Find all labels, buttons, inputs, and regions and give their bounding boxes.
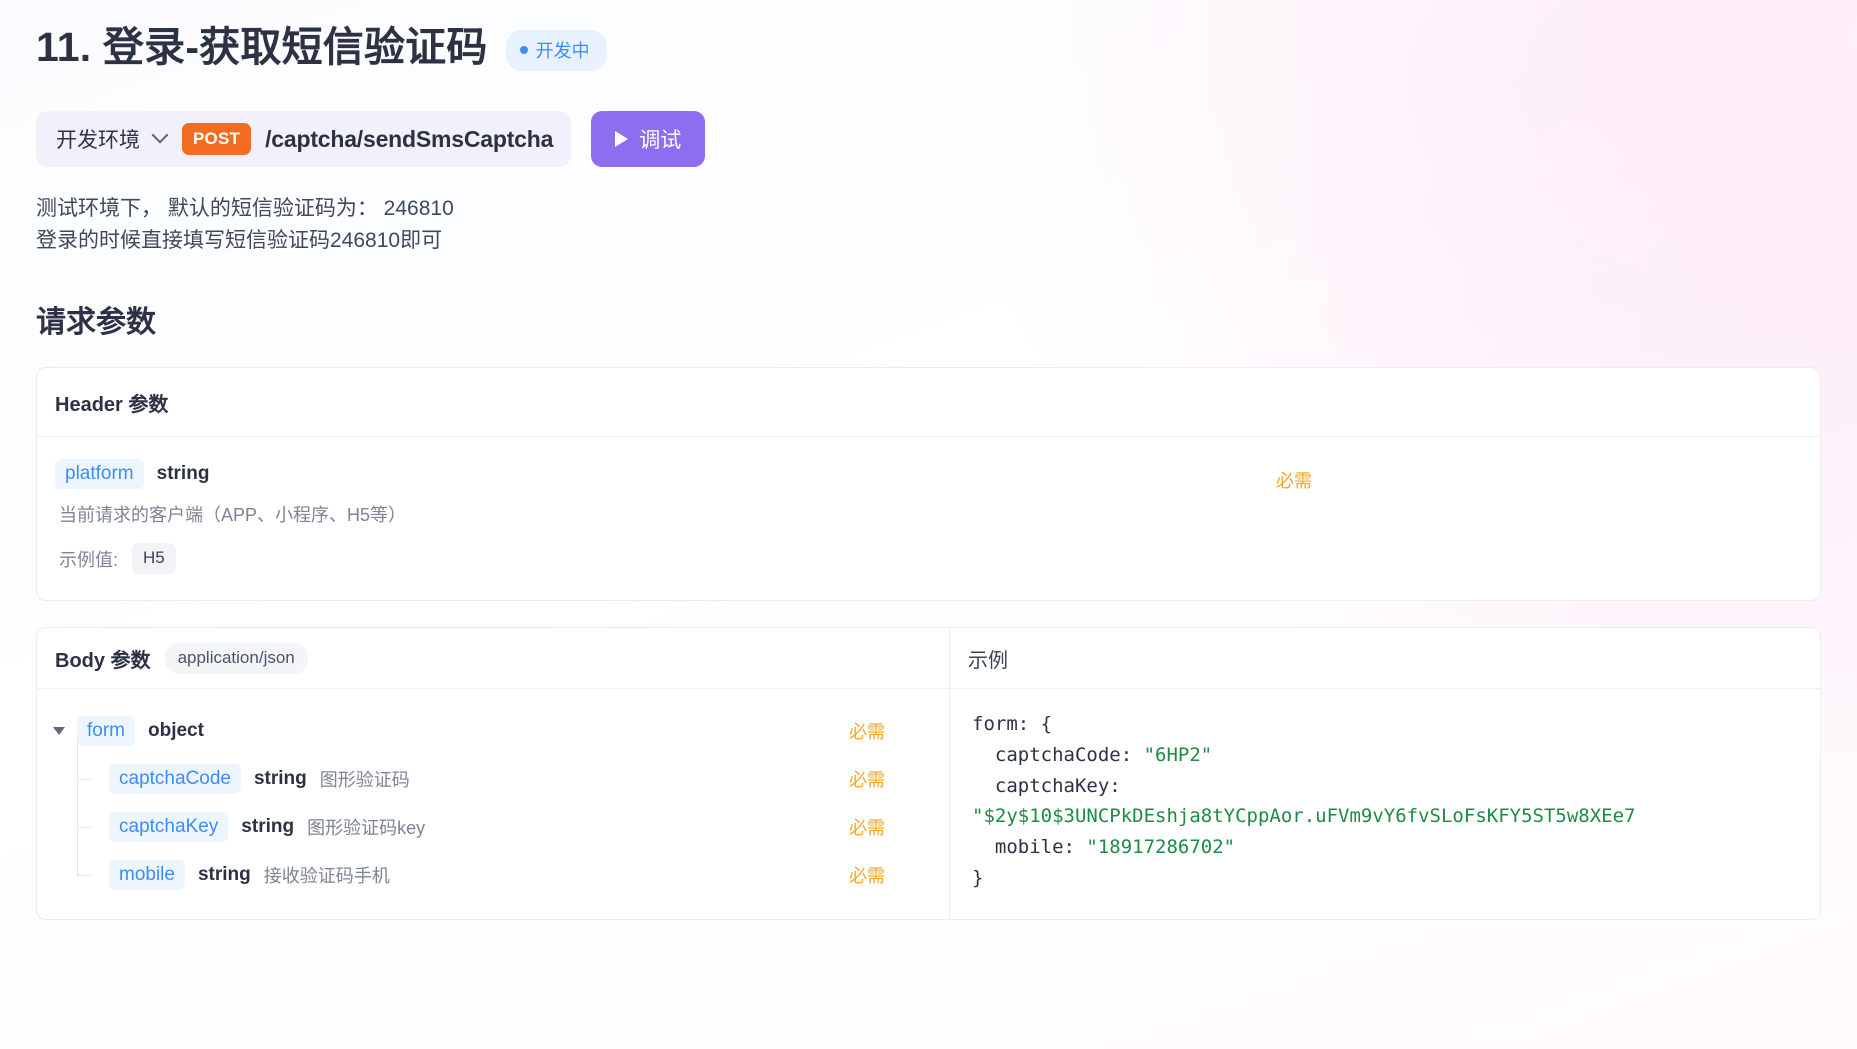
body-mime-chip: application/json <box>164 643 308 675</box>
code-value-captchakey: "$2y$10$3UNCPkDEshja8tYCppAor.uFVm9vY6fv… <box>972 805 1636 828</box>
body-params-left: Body 参数 application/json form object 必需 … <box>37 628 950 920</box>
required-badge: 必需 <box>849 770 885 791</box>
param-type: object <box>148 720 204 742</box>
param-type: string <box>197 864 251 886</box>
code-key-captchacode: captchaCode: <box>972 743 1144 766</box>
page-title: 11. 登录-获取短信验证码 <box>36 24 488 70</box>
param-main: platform string 当前请求的客户端（APP、小程序、H5等） 示例… <box>55 459 1276 575</box>
code-key-captchakey: captchaKey: <box>972 774 1121 797</box>
example-value: H5 <box>132 543 176 575</box>
body-params-card: Body 参数 application/json form object 必需 … <box>36 627 1821 921</box>
param-example: 示例值: H5 <box>59 543 1276 575</box>
example-panel-title: 示例 <box>950 628 1820 690</box>
example-code-block: form: { captchaCode: "6HP2" captchaKey: … <box>950 689 1820 914</box>
param-type: string <box>253 768 307 790</box>
body-params-tree: form object 必需 captchaCode string 图形验证码 … <box>37 689 949 919</box>
code-key-mobile: mobile: <box>972 836 1087 859</box>
api-description: 测试环境下， 默认的短信验证码为： 246810 登录的时候直接填写短信验证码2… <box>36 193 1821 257</box>
play-icon <box>615 131 629 148</box>
code-value-captchacode: "6HP2" <box>1143 743 1213 766</box>
param-line: form object <box>77 716 849 747</box>
code-line-open: form: { <box>972 713 1053 736</box>
required-badge: 必需 <box>849 866 885 887</box>
param-description: 图形验证码 <box>319 770 410 791</box>
title-row: 11. 登录-获取短信验证码 开发中 <box>36 0 1821 73</box>
code-value-mobile: "18917286702" <box>1086 836 1236 859</box>
required-badge: 必需 <box>849 818 885 839</box>
param-name[interactable]: form <box>77 716 135 747</box>
body-params-title: Body 参数 application/json <box>37 628 949 690</box>
status-dot-icon <box>519 46 528 55</box>
table-row: captchaKey string 图形验证码key 必需 <box>51 781 931 851</box>
param-name[interactable]: captchaKey <box>109 812 229 843</box>
chevron-down-icon <box>153 129 168 144</box>
url-bar: 开发环境 POST /captcha/sendSmsCaptcha <box>36 111 572 168</box>
environment-label: 开发环境 <box>56 129 140 153</box>
body-params-label: Body 参数 <box>55 650 151 673</box>
example-label: 示例值: <box>59 549 119 570</box>
http-method-badge: POST <box>182 123 252 156</box>
header-params-card: Header 参数 platform string 当前请求的客户端（APP、小… <box>36 367 1821 602</box>
debug-button[interactable]: 调试 <box>591 111 706 168</box>
api-doc-page: 11. 登录-获取短信验证码 开发中 开发环境 POST /captcha/se… <box>0 0 1857 921</box>
request-params-heading: 请求参数 <box>36 306 156 340</box>
param-type: string <box>156 463 210 485</box>
param-type: string <box>241 816 295 838</box>
param-name[interactable]: platform <box>55 459 144 490</box>
table-row: platform string 当前请求的客户端（APP、小程序、H5等） 示例… <box>55 459 1802 575</box>
expand-toggle-icon[interactable] <box>51 727 67 736</box>
request-path[interactable]: /captcha/sendSmsCaptcha <box>265 126 553 153</box>
header-params-body: platform string 当前请求的客户端（APP、小程序、H5等） 示例… <box>37 437 1820 600</box>
param-description: 图形验证码key <box>307 818 426 839</box>
status-badge: 开发中 <box>505 30 607 72</box>
param-line: mobile string 接收验证码手机 <box>109 860 849 891</box>
request-toolbar: 开发环境 POST /captcha/sendSmsCaptcha 调试 <box>36 111 1821 168</box>
header-params-title: Header 参数 <box>37 368 1820 438</box>
environment-select[interactable]: 开发环境 <box>56 124 168 154</box>
table-row: form object 必需 <box>51 707 931 755</box>
required-badge: 必需 <box>1276 471 1312 492</box>
example-panel: 示例 form: { captchaCode: "6HP2" captchaKe… <box>950 628 1820 919</box>
required-badge: 必需 <box>849 722 885 743</box>
param-description: 当前请求的客户端（APP、小程序、H5等） <box>59 505 407 526</box>
status-badge-label: 开发中 <box>535 41 590 62</box>
param-line: captchaKey string 图形验证码key <box>109 812 849 843</box>
debug-button-label: 调试 <box>639 129 682 153</box>
table-row: mobile string 接收验证码手机 必需 <box>51 829 931 899</box>
description-line-1: 测试环境下， 默认的短信验证码为： 246810 <box>36 197 454 221</box>
param-description: 接收验证码手机 <box>263 866 390 887</box>
code-line-close: } <box>972 866 984 889</box>
table-row: captchaCode string 图形验证码 必需 <box>51 741 931 803</box>
param-line: captchaCode string 图形验证码 <box>109 764 849 795</box>
param-name[interactable]: mobile <box>109 860 185 891</box>
param-line: platform string <box>55 459 1276 490</box>
description-line-2: 登录的时候直接填写短信验证码246810即可 <box>36 229 443 253</box>
param-name[interactable]: captchaCode <box>109 764 241 795</box>
